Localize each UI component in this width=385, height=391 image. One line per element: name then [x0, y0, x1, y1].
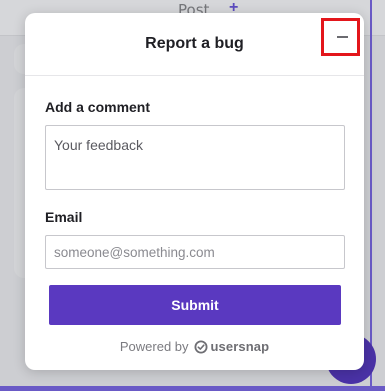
comment-label: Add a comment — [45, 99, 151, 115]
usersnap-brand-name: usersnap — [210, 339, 270, 354]
usersnap-brand-link[interactable]: usersnap — [194, 339, 270, 354]
usersnap-logo-icon — [194, 340, 208, 353]
email-label: Email — [45, 209, 83, 225]
comment-textarea[interactable] — [45, 125, 345, 190]
underlying-border-right — [370, 0, 372, 391]
powered-by-footer: Powered by usersnap — [25, 339, 364, 354]
minimize-button[interactable] — [321, 18, 360, 56]
minimize-icon — [337, 36, 348, 38]
dialog-header: Report a bug — [25, 13, 364, 76]
dialog-title: Report a bug — [145, 35, 244, 52]
underlying-border-bottom — [0, 386, 385, 391]
powered-by-text: Powered by — [119, 339, 189, 354]
email-field[interactable] — [45, 235, 345, 269]
report-bug-dialog: Report a bug Add a comment Email Submit … — [25, 13, 364, 370]
submit-button[interactable]: Submit — [49, 285, 341, 325]
